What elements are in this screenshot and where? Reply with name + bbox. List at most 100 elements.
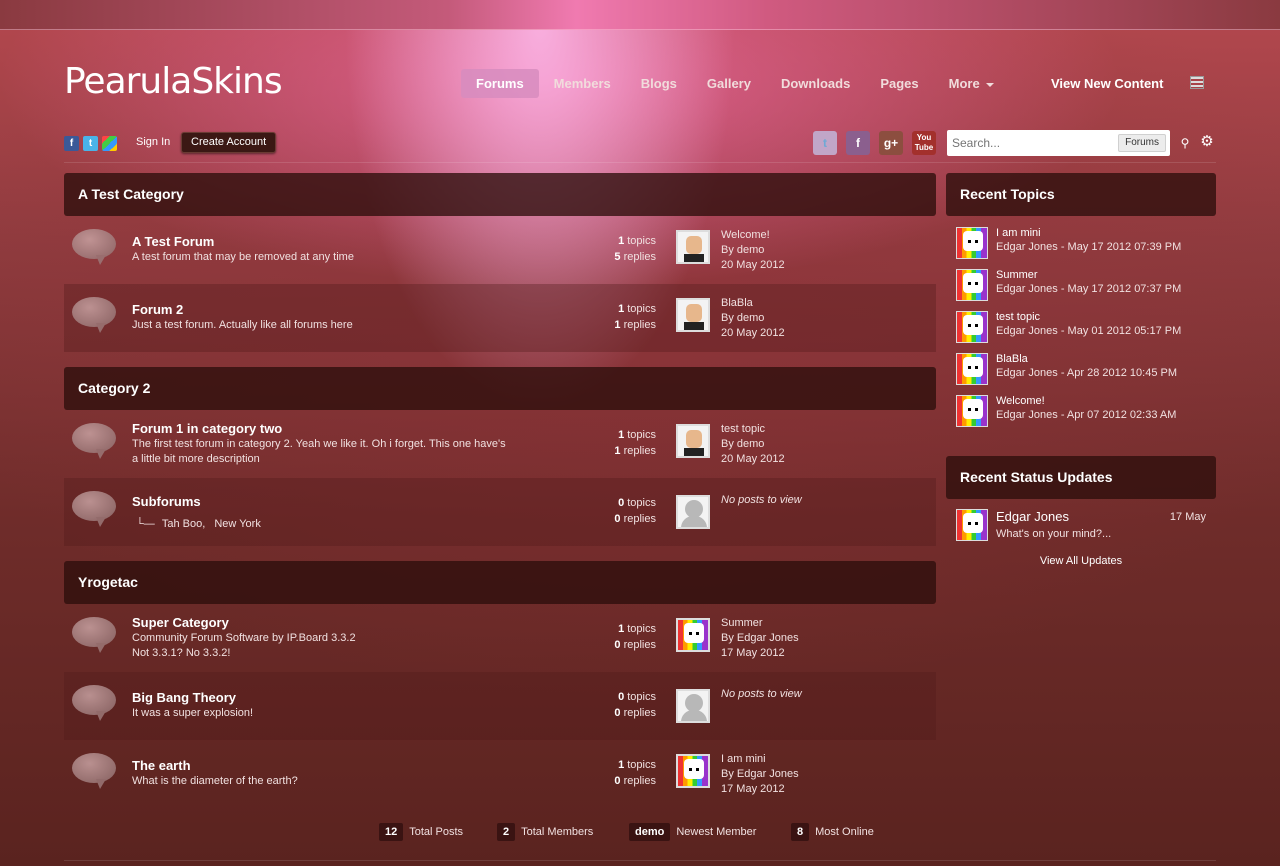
- forum-title[interactable]: Subforums: [132, 494, 201, 509]
- status-user-name[interactable]: Edgar Jones: [996, 509, 1069, 524]
- sign-in-link[interactable]: Sign In: [136, 136, 170, 148]
- forum-topics-count: 0 topics: [618, 497, 656, 509]
- forum-replies-count: 0 replies: [614, 639, 656, 651]
- site-logo[interactable]: PearulaSkins: [64, 60, 283, 104]
- last-post-author[interactable]: By Edgar Jones: [721, 631, 799, 646]
- search-input[interactable]: [947, 130, 1112, 156]
- avatar[interactable]: [956, 395, 988, 427]
- forum-description: Just a test forum. Actually like all for…: [132, 319, 353, 331]
- forum-replies-count: 0 replies: [614, 513, 656, 525]
- last-post-author[interactable]: By Edgar Jones: [721, 767, 799, 782]
- recent-topic-title[interactable]: BlaBla: [996, 353, 1028, 365]
- gear-icon[interactable]: ⚙: [1198, 133, 1216, 151]
- twitter-icon[interactable]: t: [813, 131, 837, 155]
- forum-topics-count: 1 topics: [618, 623, 656, 635]
- subforum-link[interactable]: New York: [214, 518, 260, 530]
- sidebar: Recent Topics I am mini Edgar Jones - Ma…: [946, 173, 1216, 567]
- nav-downloads[interactable]: Downloads: [766, 69, 865, 98]
- top-band: [0, 0, 1280, 30]
- search-icon[interactable]: ⚲: [1177, 135, 1193, 151]
- avatar[interactable]: [676, 424, 710, 458]
- category-header[interactable]: Yrogetac: [64, 561, 936, 604]
- avatar[interactable]: [956, 311, 988, 343]
- last-post-info: Summer By Edgar Jones 17 May 2012: [721, 616, 799, 661]
- last-post-title[interactable]: BlaBla: [721, 296, 785, 311]
- avatar[interactable]: [956, 509, 988, 541]
- nav-members[interactable]: Members: [539, 69, 626, 98]
- recent-topics-header: Recent Topics: [946, 173, 1216, 216]
- forum-title[interactable]: Super Category: [132, 615, 229, 630]
- main-nav: Forums Members Blogs Gallery Downloads P…: [461, 69, 1009, 98]
- last-post-date: 20 May 2012: [721, 453, 785, 465]
- divider: [64, 162, 1216, 163]
- google-plus-icon[interactable]: g+: [879, 131, 903, 155]
- recent-topic-title[interactable]: Welcome!: [996, 395, 1045, 407]
- last-post-info: test topic By demo 20 May 2012: [721, 422, 785, 467]
- forum-replies-count: 0 replies: [614, 707, 656, 719]
- avatar[interactable]: [956, 269, 988, 301]
- nav-pages[interactable]: Pages: [865, 69, 933, 98]
- nav-blogs[interactable]: Blogs: [626, 69, 692, 98]
- forum-row-first: [64, 216, 936, 284]
- category-header[interactable]: Category 2: [64, 367, 936, 410]
- category-block: Yrogetac Super Category Community Forum …: [64, 561, 936, 808]
- forum-topics-count: 1 topics: [618, 759, 656, 771]
- forum-title[interactable]: Forum 1 in category two: [132, 421, 282, 436]
- recent-topic-meta: Edgar Jones - May 17 2012 07:37 PM: [996, 283, 1182, 295]
- facebook-login-icon[interactable]: f: [64, 136, 79, 151]
- nav-gallery[interactable]: Gallery: [692, 69, 766, 98]
- forum-title[interactable]: Big Bang Theory: [132, 690, 236, 705]
- stat-total-members: 2 Total Members: [497, 823, 593, 841]
- forum-topics-count: 1 topics: [618, 429, 656, 441]
- no-posts-text: No posts to view: [721, 494, 802, 506]
- nav-forums[interactable]: Forums: [461, 69, 539, 98]
- nav-more[interactable]: More: [934, 69, 1009, 98]
- list-toggle-icon[interactable]: [1190, 76, 1204, 89]
- twitter-login-icon[interactable]: t: [83, 136, 98, 151]
- recent-topic-meta: Edgar Jones - Apr 28 2012 10:45 PM: [996, 367, 1178, 379]
- search-box: Forums: [947, 130, 1170, 156]
- recent-topic-title[interactable]: test topic: [996, 311, 1040, 323]
- forum-description: It was a super explosion!: [132, 707, 254, 719]
- recent-topic-title[interactable]: Summer: [996, 269, 1038, 281]
- forum-read-icon: [72, 423, 116, 459]
- avatar[interactable]: [956, 353, 988, 385]
- recent-topic-meta: Edgar Jones - May 01 2012 05:17 PM: [996, 325, 1182, 337]
- youtube-icon[interactable]: You Tube: [912, 131, 936, 155]
- forum-replies-count: 0 replies: [614, 775, 656, 787]
- last-post-title[interactable]: Summer: [721, 616, 799, 631]
- forum-description: The first test forum in category 2. Yeah…: [132, 438, 506, 465]
- stat-newest-member[interactable]: demo Newest Member: [629, 823, 756, 841]
- facebook-icon[interactable]: f: [846, 131, 870, 155]
- stat-most-online: 8 Most Online: [791, 823, 874, 841]
- search-scope[interactable]: Forums: [1118, 134, 1166, 152]
- last-post-date: 20 May 2012: [721, 327, 785, 339]
- windows-login-icon[interactable]: [102, 136, 117, 151]
- last-post-date: 17 May 2012: [721, 647, 785, 659]
- stat-total-posts: 12 Total Posts: [379, 823, 463, 841]
- last-post-title[interactable]: I am mini: [721, 752, 799, 767]
- forum-title[interactable]: The earth: [132, 758, 191, 773]
- status-updates-header: Recent Status Updates: [946, 456, 1216, 499]
- last-post-author[interactable]: By demo: [721, 311, 785, 326]
- recent-topic-item: BlaBla Edgar Jones - Apr 28 2012 10:45 P…: [946, 351, 1216, 393]
- status-text: What's on your mind?...: [996, 528, 1112, 540]
- recent-topic-item: Summer Edgar Jones - May 17 2012 07:37 P…: [946, 267, 1216, 309]
- recent-topic-title[interactable]: I am mini: [996, 227, 1041, 239]
- forum-read-icon: [72, 617, 116, 653]
- view-all-updates-link[interactable]: View All Updates: [946, 555, 1216, 567]
- category-header[interactable]: A Test Category: [64, 173, 936, 216]
- avatar[interactable]: [676, 298, 710, 332]
- avatar[interactable]: [676, 618, 710, 652]
- avatar[interactable]: [956, 227, 988, 259]
- last-post-title[interactable]: test topic: [721, 422, 785, 437]
- forum-title[interactable]: Forum 2: [132, 302, 183, 317]
- create-account-button[interactable]: Create Account: [181, 132, 277, 153]
- subforum-link[interactable]: Tah Boo,: [162, 518, 205, 530]
- view-new-content-link[interactable]: View New Content: [1051, 69, 1163, 98]
- avatar[interactable]: [676, 754, 710, 788]
- forum-read-icon: [72, 491, 116, 527]
- forum-replies-count: 1 replies: [614, 319, 656, 331]
- last-post-author[interactable]: By demo: [721, 437, 785, 452]
- forum-read-icon: [72, 297, 116, 333]
